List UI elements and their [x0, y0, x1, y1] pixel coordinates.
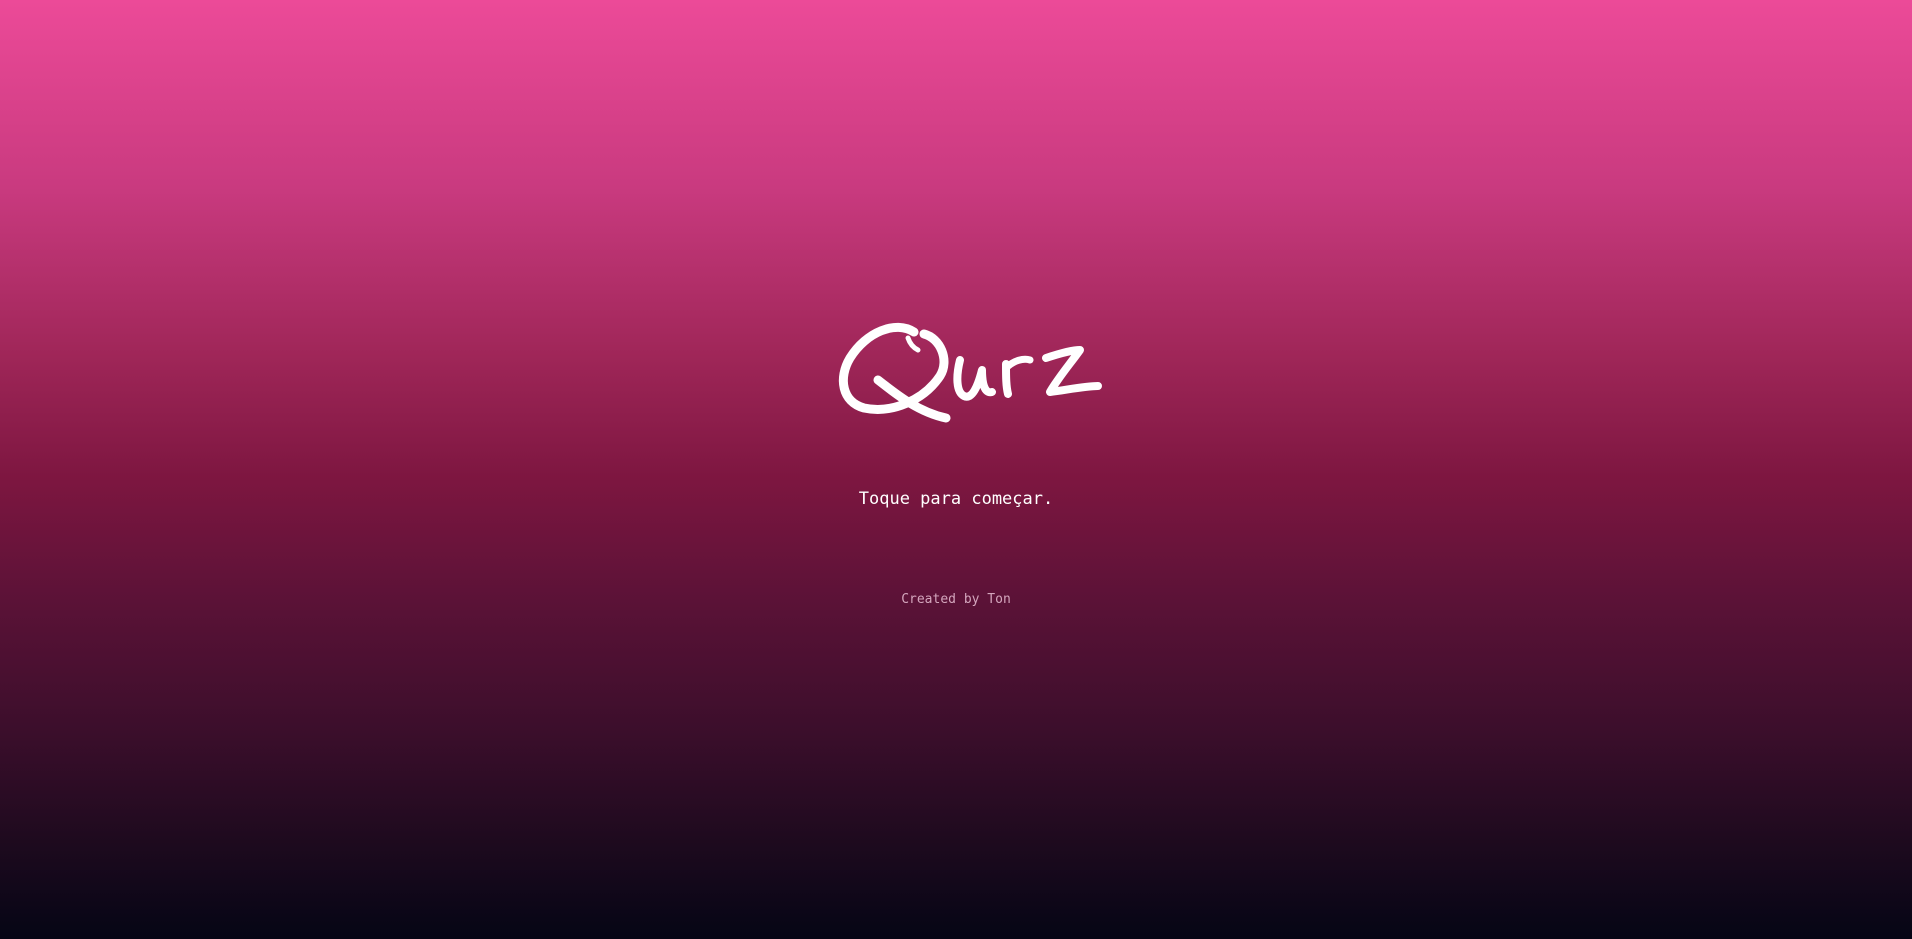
start-screen[interactable]: Toque para começar. Created by Ton: [0, 0, 1912, 939]
tap-to-start-label[interactable]: Toque para começar.: [0, 489, 1912, 509]
credit-text: Created by Ton: [901, 592, 1011, 607]
quiz-logo: [836, 320, 1104, 426]
